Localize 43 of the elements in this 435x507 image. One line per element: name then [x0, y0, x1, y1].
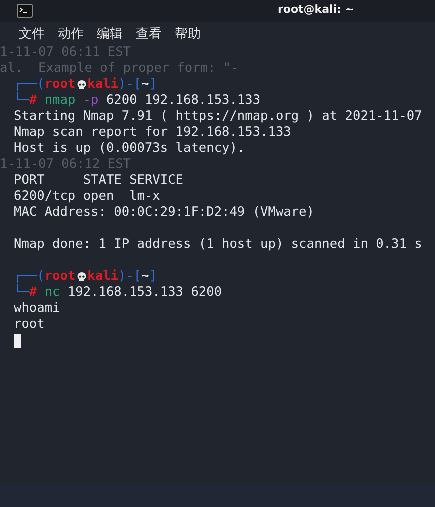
prompt-frame: )-[	[118, 77, 142, 93]
menu-item[interactable]: 查看	[136, 28, 162, 45]
background-text: 1-11-07 06:12 EST	[0, 157, 132, 173]
prompt-directory: ~	[142, 77, 150, 93]
output-line: Nmap scan report for 192.168.153.133	[14, 125, 292, 141]
output-line: Host is up (0.00073s latency).	[14, 141, 246, 157]
command-arguments: 192.168.153.133 6200	[68, 285, 222, 301]
output-line: MAC Address: 00:0C:29:1F:D2:49 (VMware)	[14, 205, 316, 221]
command-name: nc	[44, 285, 60, 301]
prompt-user: root	[44, 269, 76, 285]
menu-item[interactable]: 帮助	[175, 28, 201, 45]
skull-icon	[76, 80, 87, 90]
window-title: root@kali: ~	[278, 3, 355, 16]
output-line: PORT STATE SERVICE	[14, 173, 184, 189]
menu-item[interactable]: 文件	[19, 28, 45, 45]
background-text: 1-11-07 06:11 EST	[0, 45, 132, 61]
prompt-symbol: #	[29, 93, 38, 109]
command-arguments: 6200 192.168.153.133	[106, 93, 261, 109]
prompt-frame: )-[	[118, 269, 142, 285]
output-line: Nmap done: 1 IP address (1 host up) scanned in 0.31 s	[14, 237, 424, 253]
skull-icon	[76, 272, 87, 282]
background-text: al. Example of proper form: "-	[0, 61, 240, 77]
output-line: 6200/tcp open lm-x	[14, 189, 162, 205]
menu-item[interactable]: 动作	[58, 28, 84, 45]
prompt-frame: ]	[149, 77, 158, 93]
prompt-frame: └─	[14, 93, 30, 109]
command-option: -p	[83, 93, 99, 109]
prompt-frame: ┌──(	[14, 77, 45, 93]
output-line: root	[14, 317, 46, 333]
prompt-user: kali	[88, 77, 118, 93]
prompt-user: kali	[88, 269, 118, 285]
prompt-directory: ~	[142, 269, 150, 285]
command-name: nmap	[44, 93, 76, 109]
terminal-icon	[17, 4, 33, 18]
prompt-frame: ┌──(	[14, 269, 45, 285]
output-line: whoami	[14, 301, 62, 317]
output-line: Starting Nmap 7.91 ( https://nmap.org ) at 2021-11-07	[14, 109, 424, 125]
prompt-symbol: #	[29, 285, 38, 301]
text-cursor	[14, 334, 21, 348]
prompt-frame: └─	[14, 285, 30, 301]
prompt-frame: ]	[149, 269, 158, 285]
prompt-user: root	[44, 77, 76, 93]
menu-item[interactable]: 编辑	[97, 28, 123, 45]
